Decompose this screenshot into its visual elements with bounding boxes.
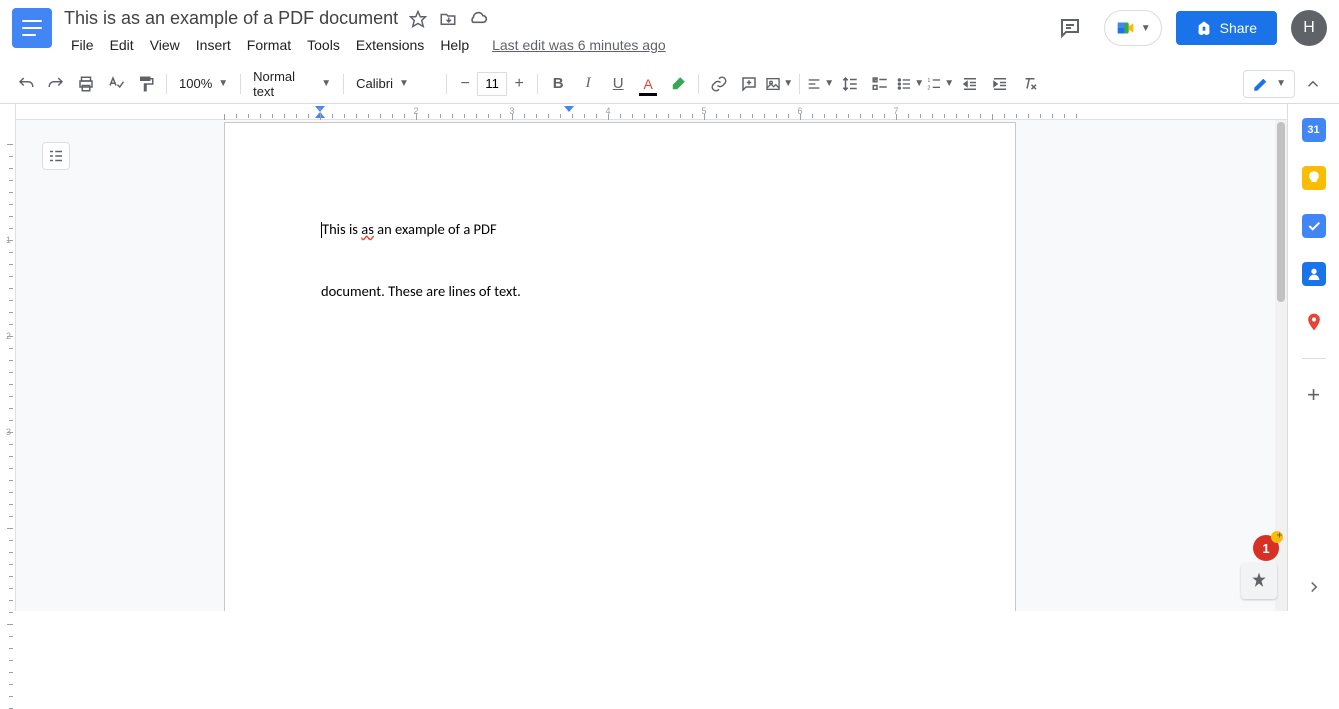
- font-size-input[interactable]: [477, 72, 507, 96]
- svg-text:2: 2: [927, 85, 930, 91]
- menu-view[interactable]: View: [143, 33, 187, 57]
- calendar-app-icon[interactable]: 31: [1302, 118, 1326, 142]
- bold-button[interactable]: B: [544, 70, 572, 98]
- document-line-2[interactable]: document. These are lines of text.: [321, 281, 919, 303]
- collapse-side-panel-button[interactable]: [1302, 575, 1326, 599]
- underline-button[interactable]: U: [604, 70, 632, 98]
- tasks-app-icon[interactable]: [1302, 214, 1326, 238]
- font-size-decrease-button[interactable]: −: [453, 72, 477, 96]
- text-color-button[interactable]: A: [634, 70, 662, 98]
- menu-file[interactable]: File: [64, 33, 101, 57]
- account-avatar[interactable]: H: [1291, 10, 1327, 46]
- horizontal-ruler[interactable]: 1234567: [16, 104, 1287, 120]
- collapse-toolbar-button[interactable]: [1299, 70, 1327, 98]
- undo-button[interactable]: [12, 70, 40, 98]
- paint-format-button[interactable]: [132, 70, 160, 98]
- canvas-area: 1234567 This is as an example of a PDF d…: [16, 104, 1287, 611]
- highlight-button[interactable]: [664, 70, 692, 98]
- chevron-down-icon: ▼: [1141, 23, 1151, 34]
- zoom-select[interactable]: 100%▼: [173, 72, 234, 95]
- align-button[interactable]: ▼: [806, 70, 834, 98]
- print-button[interactable]: [72, 70, 100, 98]
- toolbar: 100%▼ Normal text▼ Calibri▼ − + B I U A …: [0, 64, 1339, 104]
- spell-error[interactable]: as: [361, 220, 374, 238]
- move-icon[interactable]: [438, 9, 458, 29]
- document-line-1[interactable]: This is as an example of a PDF: [321, 219, 919, 241]
- menu-insert[interactable]: Insert: [189, 33, 238, 57]
- maps-app-icon[interactable]: [1302, 310, 1326, 334]
- meet-button[interactable]: ▼: [1104, 10, 1162, 46]
- menu-extensions[interactable]: Extensions: [349, 33, 431, 57]
- menu-edit[interactable]: Edit: [103, 33, 141, 57]
- header-center: This is as an example of a PDF document …: [64, 8, 1050, 57]
- content-area: 123 1234567 This is as an example of a P…: [0, 104, 1339, 611]
- add-addon-button[interactable]: +: [1302, 383, 1326, 407]
- header: This is as an example of a PDF document …: [0, 0, 1339, 64]
- line-spacing-button[interactable]: [836, 70, 864, 98]
- explore-button[interactable]: [1241, 563, 1277, 599]
- last-edit-link[interactable]: Last edit was 6 minutes ago: [492, 37, 666, 53]
- decrease-indent-button[interactable]: [956, 70, 984, 98]
- bullet-list-button[interactable]: ▼: [896, 70, 924, 98]
- menu-tools[interactable]: Tools: [300, 33, 347, 57]
- redo-button[interactable]: [42, 70, 70, 98]
- document-title[interactable]: This is as an example of a PDF document: [64, 8, 398, 29]
- insert-image-button[interactable]: ▼: [765, 70, 793, 98]
- add-comment-button[interactable]: [735, 70, 763, 98]
- numbered-list-button[interactable]: 12▼: [926, 70, 954, 98]
- insert-link-button[interactable]: [705, 70, 733, 98]
- contacts-app-icon[interactable]: [1302, 262, 1326, 286]
- vertical-ruler[interactable]: 123: [0, 104, 16, 611]
- menu-help[interactable]: Help: [433, 33, 476, 57]
- style-select[interactable]: Normal text▼: [247, 65, 337, 103]
- clear-formatting-button[interactable]: [1016, 70, 1044, 98]
- editing-mode-button[interactable]: ▼: [1243, 70, 1295, 98]
- scrollbar-thumb[interactable]: [1277, 122, 1285, 302]
- share-label: Share: [1220, 20, 1257, 36]
- outline-button[interactable]: [42, 142, 70, 170]
- keep-app-icon[interactable]: [1302, 166, 1326, 190]
- notification-badge[interactable]: 1+: [1253, 535, 1279, 561]
- menu-format[interactable]: Format: [240, 33, 298, 57]
- share-button[interactable]: Share: [1176, 11, 1277, 45]
- side-panel: 31 +: [1287, 104, 1339, 611]
- cloud-status-icon[interactable]: [468, 9, 488, 29]
- docs-logo-icon[interactable]: [12, 8, 52, 48]
- increase-indent-button[interactable]: [986, 70, 1014, 98]
- italic-button[interactable]: I: [574, 70, 602, 98]
- indent-right-marker[interactable]: [564, 106, 574, 112]
- document-page[interactable]: This is as an example of a PDF document.…: [224, 122, 1016, 611]
- spellcheck-button[interactable]: [102, 70, 130, 98]
- star-icon[interactable]: [408, 9, 428, 29]
- checklist-button[interactable]: [866, 70, 894, 98]
- font-select[interactable]: Calibri▼: [350, 72, 440, 95]
- font-size-increase-button[interactable]: +: [507, 72, 531, 96]
- menu-bar: File Edit View Insert Format Tools Exten…: [64, 33, 1050, 57]
- comments-icon[interactable]: [1050, 8, 1090, 48]
- svg-text:1: 1: [927, 77, 930, 83]
